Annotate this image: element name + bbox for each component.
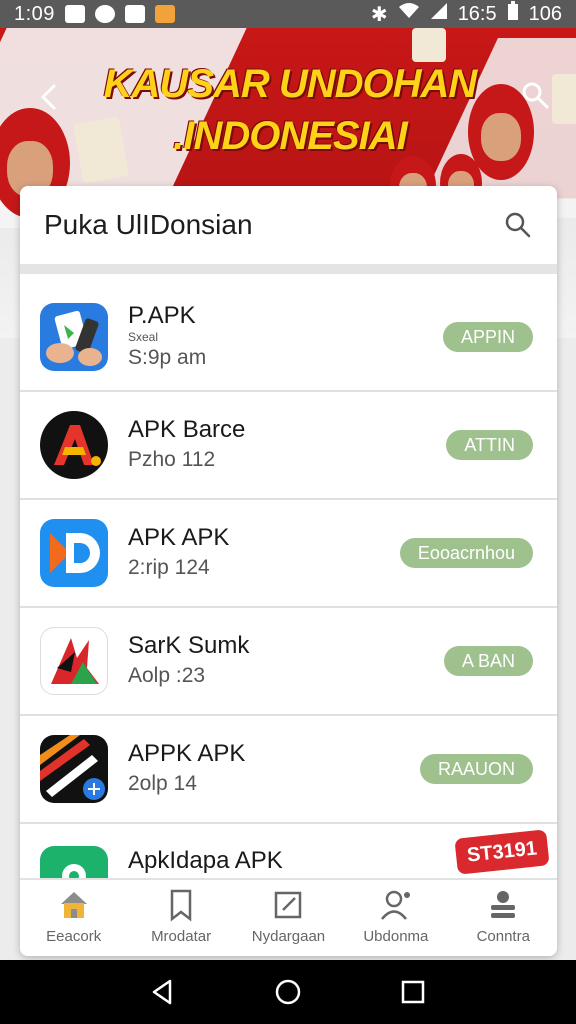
nav-item-edit[interactable]: Nydargaan (236, 888, 340, 945)
app-name: P.APK (128, 302, 196, 329)
list-item[interactable]: APK Barce Pzho 112 ATTIN (20, 392, 557, 500)
app-icon-stripes (40, 735, 108, 803)
app-name: ApkIdapa APK (128, 847, 283, 874)
app-meta: Pzho 112 (128, 448, 216, 471)
list-item[interactable]: SarK Sumk Aolp :23 A BAN (20, 608, 557, 716)
nav-item-more[interactable]: Conntra (451, 888, 555, 945)
app-action-button[interactable]: APPIN (442, 322, 533, 352)
status-time: 1:09 (14, 2, 55, 25)
nav-label: Nydargaan (251, 928, 326, 945)
search-icon (505, 212, 531, 238)
card-header: Puka UlIDonsian (20, 186, 557, 274)
app-meta: 2:rip 124 (128, 556, 210, 579)
app-action-button[interactable]: ATTIN (446, 430, 533, 460)
app-name: APPK APK (128, 740, 246, 767)
list-item[interactable]: P.APK Sxeal S:9p am APPIN (20, 284, 557, 392)
banner-title-line1: KAUSAR UNDOHAN (103, 62, 478, 106)
banner-title-line2: .INDONESIAI (173, 114, 407, 158)
app-action-button[interactable]: Eooacrnhou (399, 538, 533, 568)
list-item[interactable]: APK APK 2:rip 124 Eooacrnhou (20, 500, 557, 608)
card-search-button[interactable] (503, 210, 533, 240)
bluetooth-icon: ✱ (370, 3, 388, 26)
home-icon (60, 892, 87, 918)
nav-item-user[interactable]: Ubdonma (344, 888, 448, 945)
app-name: APK APK (128, 524, 230, 551)
app-action-button[interactable]: A BAN (443, 646, 533, 676)
system-navigation-bar (0, 960, 576, 1024)
nav-item-bookmarks[interactable]: Mrodatar (129, 888, 233, 945)
layers-icon (491, 891, 516, 918)
app-icon-black-a (40, 411, 108, 479)
banner-search-button[interactable] (520, 80, 550, 110)
mail-icon (124, 5, 145, 23)
back-button[interactable] (34, 82, 64, 112)
app-subtitle: Sxeal (128, 330, 159, 344)
app-icon-blue-hands (40, 303, 108, 371)
app-name: APK Barce (128, 416, 246, 443)
notification-icon (94, 5, 115, 23)
recents-square-icon[interactable] (398, 977, 428, 1007)
list-item[interactable]: APPK APK 2olp 14 RAAUON (20, 716, 557, 824)
app-icon-blue-d (40, 519, 108, 587)
search-icon (522, 82, 549, 109)
back-triangle-icon[interactable] (148, 977, 178, 1007)
card-title: Puka UlIDonsian (44, 209, 253, 240)
nav-label: Ubdonma (363, 928, 429, 945)
wifi-icon (398, 2, 420, 26)
app-meta: S:9p am (128, 346, 207, 369)
app-meta: Aolp :23 (128, 664, 206, 687)
bookmark-icon (170, 889, 192, 922)
notification-icon (64, 5, 85, 23)
battery-icon (507, 1, 519, 27)
home-circle-icon[interactable] (273, 977, 303, 1007)
banner-flag-card (552, 74, 576, 124)
status-bar: 1:09 ✱ 16:5 106 (0, 0, 576, 28)
bottom-navigation: Eeacork Mrodatar Nydargaan Ubdonma Connt… (20, 878, 557, 956)
battery-level: 106 (528, 2, 562, 25)
nav-label: Conntra (476, 928, 530, 945)
app-list: P.APK Sxeal S:9p am APPIN APK Barce Pzho… (20, 284, 557, 932)
nav-label: Eeacork (46, 928, 102, 945)
status-right-text: 16:5 (457, 2, 497, 25)
app-action-button[interactable]: RAAUON (419, 754, 533, 784)
app-meta: 2olp 14 (128, 772, 197, 795)
app-notification-icon (154, 5, 175, 23)
app-icon-flame (40, 627, 108, 695)
back-arrow-icon (40, 84, 56, 110)
banner-flag-card (412, 28, 446, 62)
nav-label: Mrodatar (151, 928, 212, 945)
nav-item-home[interactable]: Eeacork (22, 888, 126, 945)
signal-icon (430, 2, 448, 26)
user-icon (380, 890, 410, 920)
banner-title: KAUSAR UNDOHAN .INDONESIAI (100, 58, 480, 162)
app-name: SarK Sumk (128, 632, 250, 659)
edit-icon (275, 891, 302, 919)
